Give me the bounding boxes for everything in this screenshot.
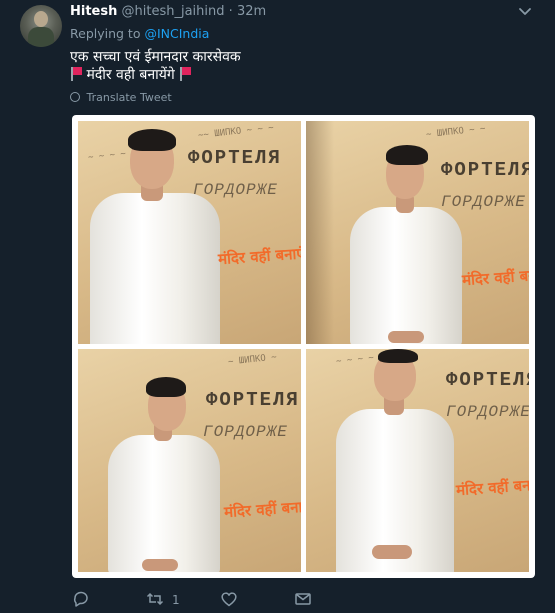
- overlay-text: मंदिर वहीं बनाएंगे: [455, 474, 529, 500]
- wall-writing: ФОРТЕЛЯ: [188, 147, 282, 169]
- wall-writing: ГОРДОРЖЕ: [193, 181, 278, 199]
- author-handle[interactable]: @hitesh_jaihind: [122, 4, 225, 19]
- wall-scribble: ~ ~ ~ ~: [87, 149, 127, 163]
- tweet-text-line1: एक सच्चा एवं ईमानदार कारसेवक: [70, 49, 241, 65]
- photo-2[interactable]: ~ ШИПКО ~ ~ ФОРТЕЛЯ ГОРДОРЖЕ मंदिर वहीं …: [306, 121, 529, 344]
- photo-4[interactable]: ~ ~ ~ ~ ФОРТЕЛЯ ГОРДОРЖЕ मंदिर वहीं बनाए…: [306, 349, 529, 572]
- overlay-text: मंदिर वहीं बनाएंगे: [217, 243, 301, 269]
- wall-scribble: ~~ ШИПКО ~ ~ ~: [197, 123, 275, 141]
- tweet-text-line2: मंदीर वही बनायेंगे: [70, 65, 191, 84]
- retweet-icon[interactable]: [146, 590, 164, 608]
- replying-to-link[interactable]: @INCIndia: [144, 26, 209, 41]
- wall-writing: ФОРТЕЛЯ: [441, 159, 529, 181]
- wall-scribble: ~ ШИПКО ~: [227, 352, 278, 368]
- wall-writing: ГОРДОРЖЕ: [203, 423, 288, 441]
- avatar[interactable]: [20, 5, 62, 47]
- avatar-body: [28, 27, 54, 47]
- replying-prefix: Replying to: [70, 26, 141, 41]
- translate-label[interactable]: Translate Tweet: [87, 91, 172, 104]
- tweet-header: Hitesh @hitesh_jaihind · 32m: [70, 4, 266, 19]
- media-grid: ~~ ШИПКО ~ ~ ~ ~ ~ ~ ~ ФОРТЕЛЯ ГОРДОРЖЕ …: [72, 115, 535, 578]
- replying-to: Replying to @INCIndia: [70, 26, 209, 41]
- chevron-down-icon[interactable]: [518, 7, 532, 17]
- globe-icon: [70, 92, 80, 102]
- wall-writing: ГОРДОРЖЕ: [441, 193, 526, 211]
- retweet-count: 1: [172, 593, 180, 607]
- wall-writing: ФОРТЕЛЯ: [446, 369, 529, 391]
- flag-icon: [179, 67, 191, 81]
- time-separator: ·: [228, 4, 233, 19]
- wall-scribble: ~ ~ ~ ~: [335, 353, 375, 367]
- like-icon[interactable]: [220, 590, 238, 608]
- wall-shadow: [306, 121, 334, 344]
- tweet-text-line2-label: मंदीर वही बनायेंगे: [86, 67, 175, 83]
- wall-scribble: ~ ШИПКО ~ ~: [425, 123, 486, 141]
- flag-icon: [70, 67, 82, 81]
- photo-3[interactable]: ~ ШИПКО ~ ФОРТЕЛЯ ГОРДОРЖЕ मंदिर वहीं बन…: [78, 349, 301, 572]
- translate-tweet[interactable]: Translate Tweet: [70, 91, 172, 104]
- tweet-time[interactable]: 32m: [237, 4, 266, 19]
- wall-writing: ГОРДОРЖЕ: [446, 403, 529, 421]
- wall-writing: ФОРТЕЛЯ: [206, 389, 300, 411]
- reply-icon[interactable]: [72, 590, 90, 608]
- author-name[interactable]: Hitesh: [70, 4, 117, 19]
- tweet-actions: 1: [72, 590, 372, 610]
- photo-1[interactable]: ~~ ШИПКО ~ ~ ~ ~ ~ ~ ~ ФОРТЕЛЯ ГОРДОРЖЕ …: [78, 121, 301, 344]
- dm-icon[interactable]: [294, 590, 312, 608]
- overlay-text: मंदिर वहीं बनाएंगे: [461, 264, 529, 290]
- overlay-text: मंदिर वहीं बनाएंगे: [223, 496, 301, 522]
- avatar-head: [34, 11, 48, 27]
